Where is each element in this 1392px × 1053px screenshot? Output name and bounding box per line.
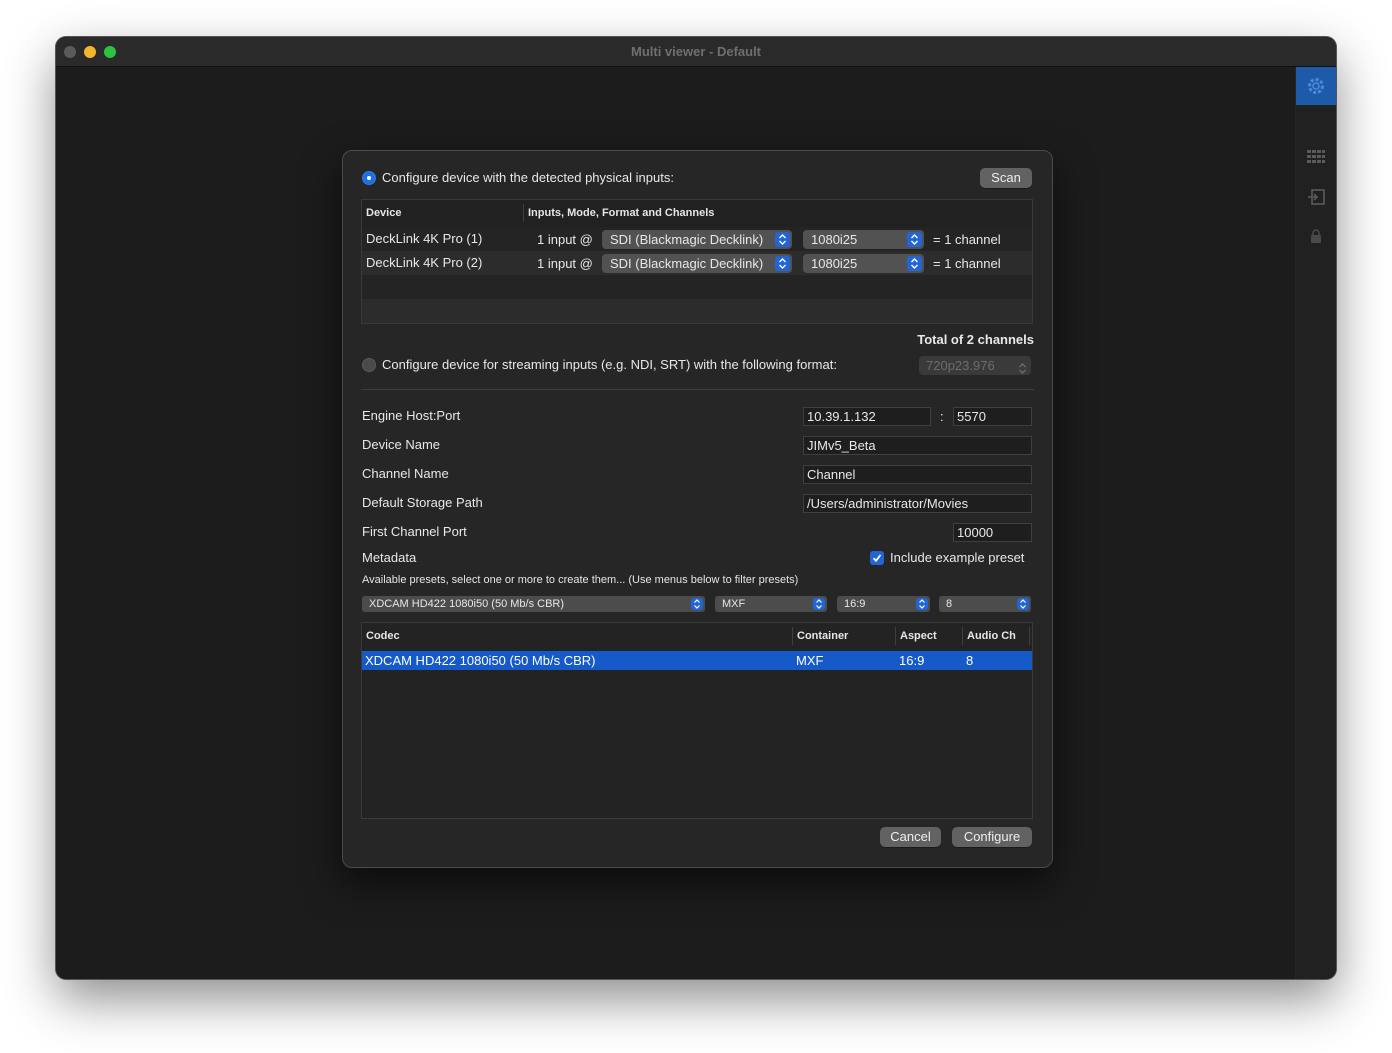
device-name-label: Device Name bbox=[362, 437, 441, 452]
first-port-input[interactable]: 10000 bbox=[953, 523, 1032, 542]
streaming-inputs-radio[interactable] bbox=[362, 358, 376, 372]
window-title: Multi viewer - Default bbox=[630, 44, 762, 59]
format-select[interactable]: 1080i25 bbox=[803, 254, 924, 273]
presets-table: Codec Container Aspect Audio Ch XDCAM HD… bbox=[361, 622, 1033, 819]
table-row[interactable]: XDCAM HD422 1080i50 (50 Mb/s CBR) MXF 16… bbox=[362, 651, 1032, 670]
inputs-count-cell: 1 input @ bbox=[537, 232, 593, 247]
channel-name-label: Channel Name bbox=[362, 466, 449, 481]
column-header-device[interactable]: Device bbox=[366, 200, 401, 226]
device-name-input[interactable]: JIMv5_Beta bbox=[803, 436, 1032, 455]
column-header-aspect[interactable]: Aspect bbox=[900, 623, 937, 649]
engine-host-input[interactable]: 10.39.1.132 bbox=[803, 407, 931, 426]
chevron-updown-icon bbox=[907, 232, 922, 247]
channels-cell: = 1 channel bbox=[933, 256, 1001, 271]
codec-filter-value: XDCAM HD422 1080i50 (50 Mb/s CBR) bbox=[369, 598, 565, 610]
codec-cell: XDCAM HD422 1080i50 (50 Mb/s CBR) bbox=[365, 653, 596, 668]
storage-path-label: Default Storage Path bbox=[362, 495, 483, 510]
format-select[interactable]: 1080i25 bbox=[803, 230, 924, 249]
codec-filter-select[interactable]: XDCAM HD422 1080i50 (50 Mb/s CBR) bbox=[362, 596, 705, 612]
table-row[interactable]: DeckLink 4K Pro (1) 1 input @ SDI (Black… bbox=[362, 227, 1032, 251]
chevron-updown-icon bbox=[775, 256, 790, 271]
chevron-updown-icon bbox=[907, 256, 922, 271]
chevron-updown-icon bbox=[691, 598, 703, 610]
channels-cell: = 1 channel bbox=[933, 232, 1001, 247]
empty-row bbox=[362, 299, 1032, 323]
metadata-label: Metadata bbox=[362, 550, 417, 565]
grid-icon bbox=[1307, 150, 1325, 164]
checkmark-icon bbox=[872, 554, 882, 563]
chevron-updown-icon bbox=[1018, 360, 1027, 379]
lock-button[interactable] bbox=[1296, 217, 1336, 255]
engine-port-input[interactable]: 5570 bbox=[953, 407, 1032, 426]
streaming-format-select[interactable]: 720p23.976 bbox=[919, 356, 1031, 375]
storage-path-input[interactable]: /Users/administrator/Movies bbox=[803, 494, 1032, 513]
column-separator bbox=[962, 627, 963, 645]
aspect-filter-select[interactable]: 16:9 bbox=[837, 596, 930, 612]
streaming-inputs-label: Configure device for streaming inputs (e… bbox=[382, 357, 837, 372]
column-header-inputs[interactable]: Inputs, Mode, Format and Channels bbox=[528, 200, 714, 226]
gear-icon bbox=[1306, 76, 1326, 96]
device-name-cell: DeckLink 4K Pro (2) bbox=[366, 255, 483, 270]
empty-row bbox=[362, 275, 1032, 299]
mode-select[interactable]: SDI (Blackmagic Decklink) bbox=[602, 254, 792, 273]
mode-select[interactable]: SDI (Blackmagic Decklink) bbox=[602, 230, 792, 249]
column-header-audio[interactable]: Audio Ch bbox=[967, 623, 1016, 649]
column-separator bbox=[792, 627, 793, 645]
first-port-label: First Channel Port bbox=[362, 524, 467, 539]
presets-hint: Available presets, select one or more to… bbox=[362, 574, 799, 586]
include-preset-checkbox[interactable] bbox=[870, 551, 884, 565]
audio-filter-value: 8 bbox=[946, 598, 953, 610]
port-separator: : bbox=[940, 409, 944, 424]
devices-table: Device Inputs, Mode, Format and Channels… bbox=[361, 199, 1033, 324]
configure-button[interactable]: Configure bbox=[952, 827, 1032, 847]
format-select-value: 1080i25 bbox=[811, 232, 858, 247]
container-cell: MXF bbox=[796, 653, 824, 668]
physical-inputs-label: Configure device with the detected physi… bbox=[382, 170, 674, 185]
device-name-cell: DeckLink 4K Pro (1) bbox=[366, 231, 483, 246]
chevron-updown-icon bbox=[916, 598, 928, 610]
format-select-value: 1080i25 bbox=[811, 256, 858, 271]
audio-filter-select[interactable]: 8 bbox=[939, 596, 1031, 612]
section-divider bbox=[361, 389, 1034, 390]
aspect-filter-value: 16:9 bbox=[844, 598, 866, 610]
container-filter-select[interactable]: MXF bbox=[715, 596, 827, 612]
container-filter-value: MXF bbox=[722, 598, 746, 610]
physical-inputs-radio[interactable] bbox=[362, 171, 376, 185]
chevron-updown-icon bbox=[813, 598, 825, 610]
chevron-updown-icon bbox=[775, 232, 790, 247]
total-channels-label: Total of 2 channels bbox=[917, 332, 1034, 347]
engine-host-label: Engine Host:Port bbox=[362, 408, 461, 423]
configure-device-dialog: Configure device with the detected physi… bbox=[342, 150, 1053, 868]
lock-icon bbox=[1310, 229, 1322, 243]
inputs-count-cell: 1 input @ bbox=[537, 256, 593, 271]
column-header-container[interactable]: Container bbox=[797, 623, 848, 649]
aspect-cell: 16:9 bbox=[899, 653, 925, 668]
cancel-button[interactable]: Cancel bbox=[880, 827, 941, 847]
table-row[interactable]: DeckLink 4K Pro (2) 1 input @ SDI (Black… bbox=[362, 251, 1032, 275]
column-header-codec[interactable]: Codec bbox=[366, 623, 400, 649]
column-separator bbox=[895, 627, 896, 645]
column-separator bbox=[1029, 627, 1030, 645]
include-preset-label: Include example preset bbox=[890, 550, 1025, 565]
mode-select-value: SDI (Blackmagic Decklink) bbox=[610, 232, 764, 247]
scan-button[interactable]: Scan bbox=[980, 168, 1032, 188]
channel-name-input[interactable]: Channel bbox=[803, 465, 1032, 484]
title-bar: Multi viewer - Default bbox=[56, 37, 1336, 67]
right-toolbar bbox=[1295, 67, 1336, 979]
input-icon bbox=[1307, 189, 1325, 205]
audio-cell: 8 bbox=[966, 653, 974, 668]
mode-select-value: SDI (Blackmagic Decklink) bbox=[610, 256, 764, 271]
column-separator bbox=[523, 204, 524, 222]
chevron-updown-icon bbox=[1017, 598, 1029, 610]
grid-view-button[interactable] bbox=[1296, 138, 1336, 176]
settings-button[interactable] bbox=[1296, 67, 1336, 105]
input-button[interactable] bbox=[1296, 178, 1336, 216]
streaming-format-value: 720p23.976 bbox=[926, 358, 995, 373]
